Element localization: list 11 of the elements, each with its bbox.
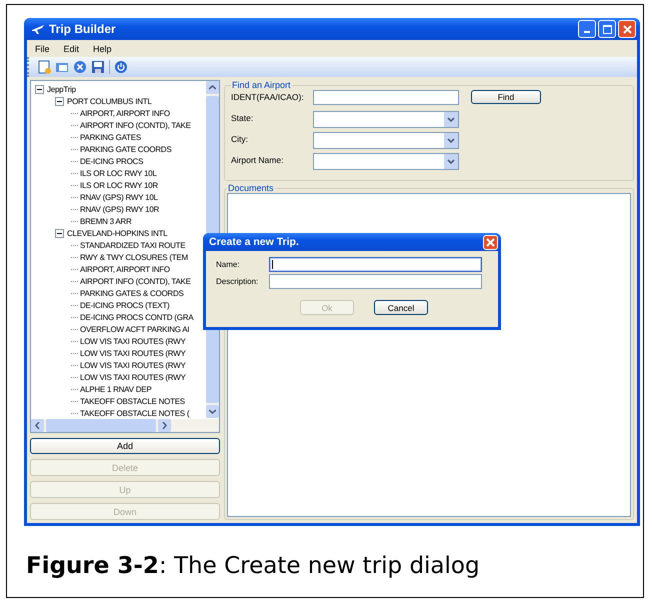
field-label: Airport Name:: [231, 154, 284, 165]
field-label: State:: [231, 112, 254, 123]
figure-caption: Figure 3-2: The Create new trip dialog: [25, 553, 481, 579]
dialog-title: Create a new Trip.: [209, 236, 299, 248]
field-label: IDENT(FAA/ICAO):: [231, 91, 305, 102]
window-title: Trip Builder: [49, 22, 117, 36]
field-label: Description:: [216, 277, 260, 286]
group-title: Documents: [227, 183, 275, 193]
group-title: Find an Airport: [231, 80, 292, 90]
field-label: Name:: [216, 260, 241, 269]
field-label: City:: [231, 133, 249, 144]
